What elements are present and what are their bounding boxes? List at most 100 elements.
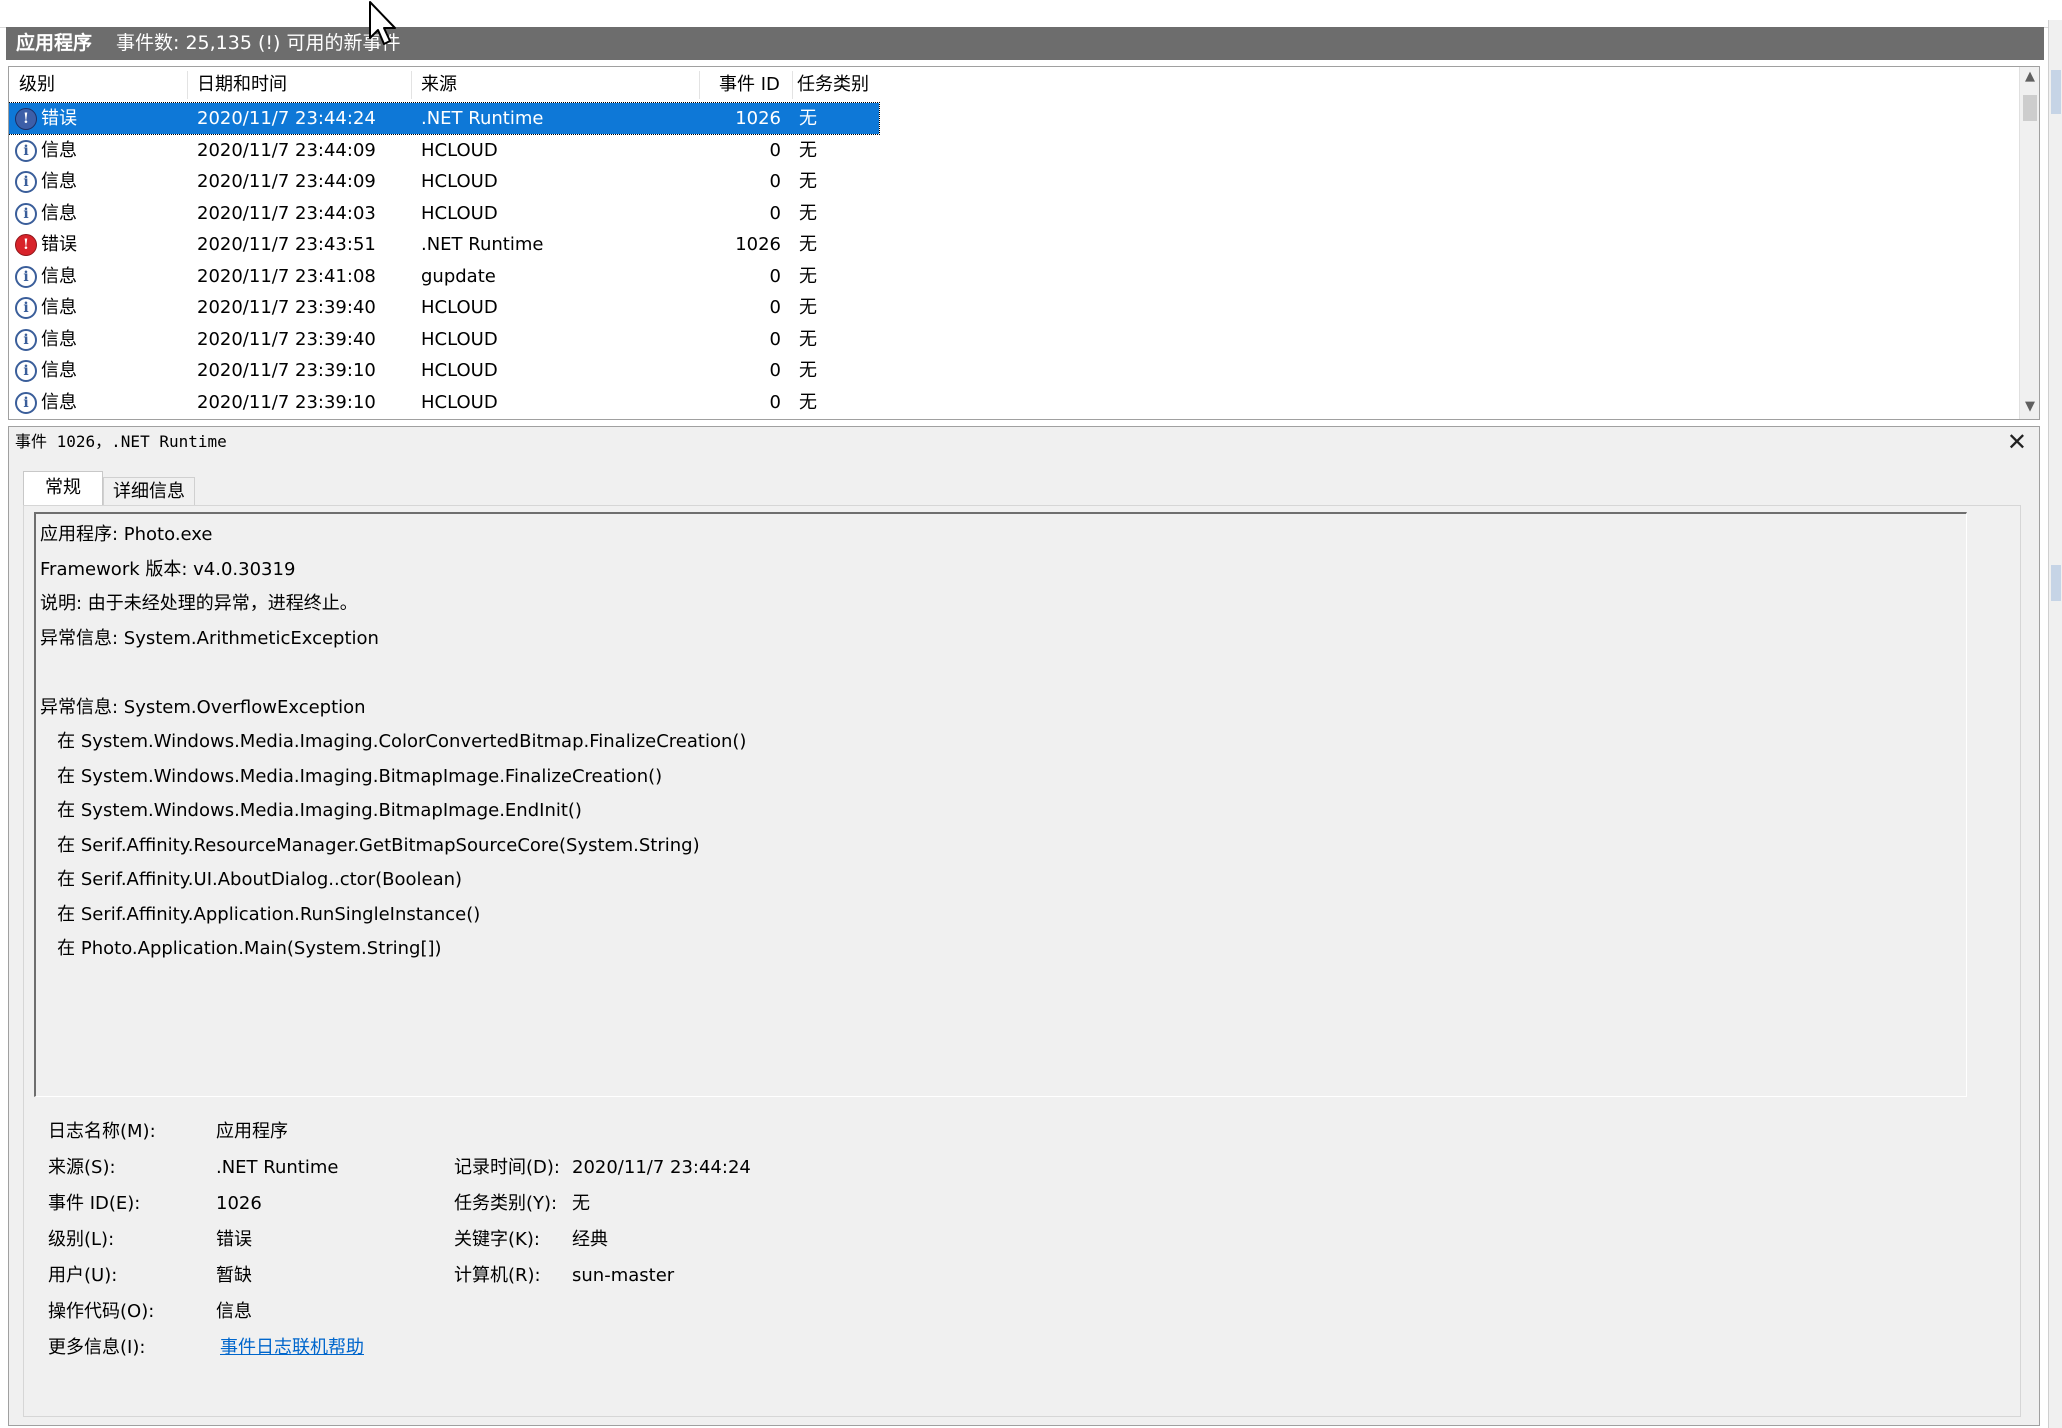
- log-name-value: 应用程序: [216, 1121, 288, 1142]
- event-list[interactable]: 级别 日期和时间 来源 事件 ID 任务类别 ! 错误 2020/11/7 23:4…: [8, 66, 2040, 420]
- source-cell: HCLOUD: [421, 391, 498, 413]
- task-category-cell: 无: [799, 202, 817, 224]
- source-cell: HCLOUD: [421, 171, 498, 192]
- description-line: 异常信息: System.OverflowException: [40, 696, 366, 718]
- level-cell: 信息: [41, 171, 77, 192]
- table-row[interactable]: i 信息 2020/11/7 23:44:09 HCLOUD 0 无: [9, 135, 879, 166]
- table-row[interactable]: i 信息 2020/11/7 23:44:09 HCLOUD 0 无: [9, 166, 879, 197]
- column-header-task-category[interactable]: 任务类别: [797, 67, 869, 103]
- source-label: 来源(S):: [48, 1157, 116, 1178]
- log-name-label: 日志名称(M):: [48, 1121, 156, 1142]
- source-cell: HCLOUD: [421, 297, 498, 318]
- level-value: 错误: [216, 1229, 252, 1250]
- table-row[interactable]: i 信息 2020/11/7 23:39:40 HCLOUD 0 无: [9, 324, 879, 355]
- description-line: Framework 版本: v4.0.30319: [40, 558, 296, 580]
- event-id-value: 1026: [216, 1193, 262, 1214]
- task-category-cell: 无: [799, 139, 817, 161]
- scroll-up-icon[interactable]: ▲: [2020, 67, 2039, 87]
- datetime-cell: 2020/11/7 23:44:03: [197, 202, 376, 224]
- top-strip: [0, 0, 2062, 28]
- column-header-event-id[interactable]: 事件 ID: [719, 67, 780, 103]
- list-header: 级别 日期和时间 来源 事件 ID 任务类别: [9, 67, 2019, 103]
- datetime-cell: 2020/11/7 23:39:40: [197, 297, 376, 318]
- description-line: 在 System.Windows.Media.Imaging.BitmapIma…: [40, 800, 582, 821]
- task-category-cell: 无: [799, 171, 817, 192]
- source-cell: .NET Runtime: [421, 234, 544, 255]
- column-divider[interactable]: [699, 71, 700, 99]
- logged-value: 2020/11/7 23:44:24: [572, 1157, 751, 1178]
- column-header-source[interactable]: 来源: [421, 67, 457, 103]
- event-count-text: 事件数: 25,135 (!) 可用的新事件: [116, 32, 401, 54]
- keywords-label: 关键字(K):: [454, 1229, 540, 1250]
- computer-label: 计算机(R):: [454, 1265, 541, 1286]
- level-cell: 错误: [41, 108, 77, 129]
- task-category-cell: 无: [799, 328, 817, 350]
- table-row[interactable]: ! 错误 2020/11/7 23:44:24 .NET Runtime 1026 无: [9, 102, 880, 135]
- log-title-bar: 应用程序 事件数: 25,135 (!) 可用的新事件: [6, 27, 2044, 60]
- column-header-level[interactable]: 级别: [19, 67, 55, 103]
- event-detail-title: 事件 1026，.NET Runtime: [15, 432, 227, 451]
- task-category-cell: 无: [799, 391, 817, 413]
- event-id-cell: 0: [769, 139, 781, 161]
- datetime-cell: 2020/11/7 23:41:08: [197, 265, 376, 287]
- scroll-down-icon[interactable]: ▼: [2020, 397, 2039, 417]
- table-row[interactable]: ! 错误 2020/11/7 23:43:51 .NET Runtime 1026 无: [9, 229, 879, 260]
- table-row[interactable]: i 信息 2020/11/7 23:41:08 gupdate 0 无: [9, 261, 879, 292]
- source-cell: HCLOUD: [421, 202, 498, 224]
- source-value: .NET Runtime: [216, 1157, 339, 1178]
- event-id-cell: 1026: [735, 108, 781, 129]
- source-cell: .NET Runtime: [421, 108, 544, 129]
- description-line: 在 Serif.Affinity.Application.RunSingleIn…: [40, 903, 481, 925]
- table-row[interactable]: i 信息 2020/11/7 23:39:10 HCLOUD 0 无: [9, 355, 879, 386]
- task-category-cell: 无: [799, 108, 817, 129]
- mouse-pointer-icon: [369, 1, 396, 45]
- table-row[interactable]: i 信息 2020/11/7 23:39:40 HCLOUD 0 无: [9, 292, 879, 323]
- column-divider[interactable]: [187, 71, 188, 99]
- table-row[interactable]: i 信息 2020/11/7 23:44:03 HCLOUD 0 无: [9, 198, 879, 229]
- level-cell: 信息: [41, 391, 77, 413]
- level-cell: 信息: [41, 265, 77, 287]
- description-line: 说明: 由于未经处理的异常，进程终止。: [40, 593, 358, 614]
- tab-general[interactable]: 常规: [23, 471, 103, 506]
- log-name-title: 应用程序: [16, 32, 93, 54]
- datetime-cell: 2020/11/7 23:44:09: [197, 139, 376, 161]
- column-divider[interactable]: [411, 71, 412, 99]
- event-id-cell: 0: [769, 328, 781, 350]
- event-id-cell: 0: [769, 265, 781, 287]
- table-row[interactable]: i 信息 2020/11/7 23:39:10 HCLOUD 0 无: [9, 387, 879, 418]
- level-cell: 信息: [41, 328, 77, 350]
- datetime-cell: 2020/11/7 23:44:24: [197, 108, 376, 129]
- task-category-label: 任务类别(Y):: [454, 1193, 558, 1214]
- tab-details[interactable]: 详细信息: [103, 477, 195, 506]
- info-icon: i: [15, 139, 37, 162]
- general-tab-panel: 应用程序: Photo.exe Framework 版本: v4.0.30319 说…: [23, 505, 2021, 1417]
- description-line: 在 Photo.Application.Main(System.String[]…: [40, 938, 442, 959]
- column-divider[interactable]: [792, 71, 793, 99]
- scroll-thumb[interactable]: [2023, 95, 2037, 121]
- level-cell: 错误: [41, 234, 77, 255]
- task-category-value: 无: [572, 1193, 590, 1214]
- event-description-box[interactable]: 应用程序: Photo.exe Framework 版本: v4.0.30319 说…: [34, 512, 1967, 1097]
- pane-block: [2051, 565, 2061, 601]
- event-log-help-link[interactable]: 事件日志联机帮助: [220, 1331, 364, 1365]
- close-icon[interactable]: ✕: [2007, 427, 2027, 457]
- user-value: 暂缺: [216, 1265, 252, 1286]
- level-cell: 信息: [41, 202, 77, 224]
- event-id-cell: 0: [769, 171, 781, 192]
- list-scrollbar[interactable]: ▲ ▼: [2019, 67, 2039, 419]
- datetime-cell: 2020/11/7 23:44:09: [197, 171, 376, 192]
- column-header-datetime[interactable]: 日期和时间: [197, 67, 287, 103]
- info-icon: i: [15, 360, 37, 382]
- actions-pane-edge[interactable]: [2048, 20, 2062, 1428]
- task-category-cell: 无: [799, 234, 817, 255]
- pane-block: [2051, 70, 2061, 114]
- level-label: 级别(L):: [48, 1229, 115, 1250]
- event-id-cell: 0: [769, 297, 781, 318]
- level-cell: 信息: [41, 360, 77, 381]
- level-cell: 信息: [41, 139, 77, 161]
- info-icon: i: [15, 297, 37, 319]
- source-cell: HCLOUD: [421, 360, 498, 381]
- user-label: 用户(U):: [48, 1265, 118, 1286]
- event-detail-pane: 事件 1026，.NET Runtime ✕ 常规 详细信息 应用程序: Pho…: [8, 426, 2040, 1426]
- source-cell: HCLOUD: [421, 328, 498, 350]
